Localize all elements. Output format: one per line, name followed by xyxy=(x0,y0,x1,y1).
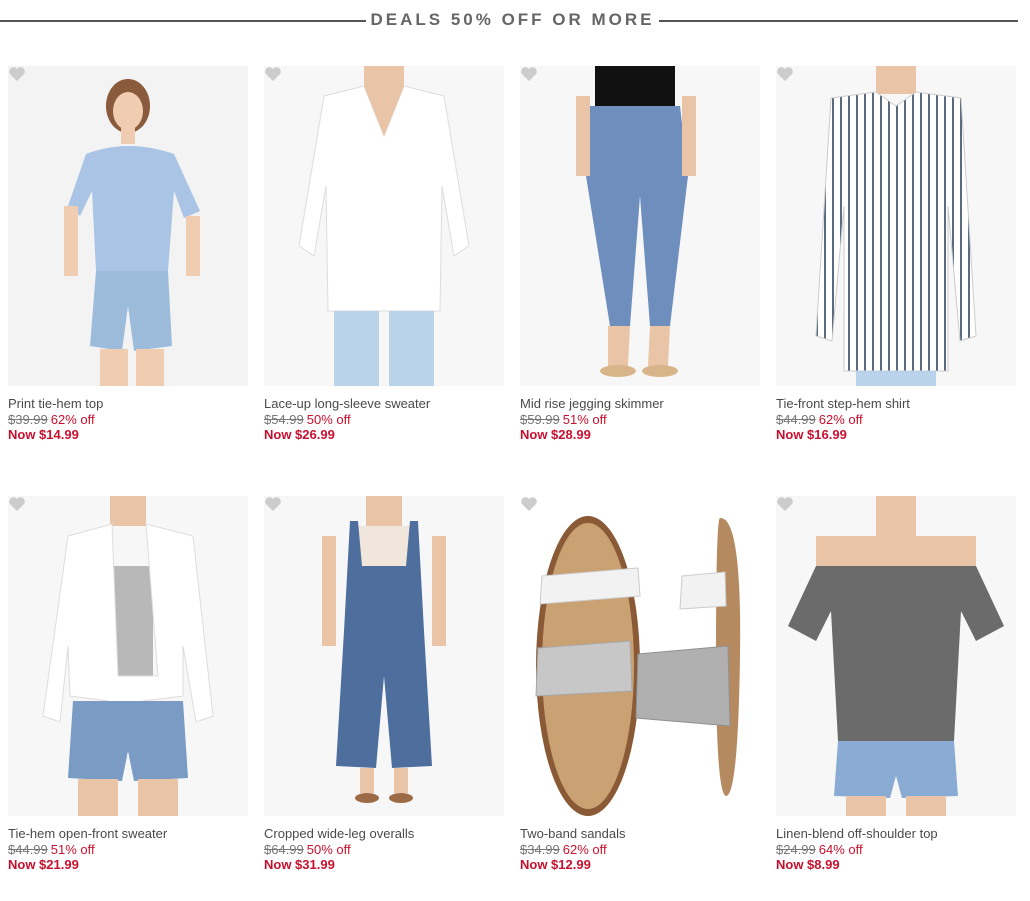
heart-icon[interactable] xyxy=(776,496,794,512)
product-card[interactable]: Print tie-hem top $39.99 62% off Now $14.… xyxy=(8,66,248,443)
product-image[interactable] xyxy=(776,66,1016,386)
sale-price: Now $16.99 xyxy=(776,427,847,442)
discount-label: 51% off xyxy=(562,411,607,427)
heart-icon[interactable] xyxy=(264,66,282,82)
product-image[interactable] xyxy=(776,496,1016,816)
product-image[interactable] xyxy=(520,66,760,386)
product-name[interactable]: Mid rise jegging skimmer xyxy=(520,396,760,412)
product-name[interactable]: Tie-hem open-front sweater xyxy=(8,826,248,842)
product-card[interactable]: Mid rise jegging skimmer $59.99 51% off N… xyxy=(520,66,760,443)
original-price: $64.99 xyxy=(264,841,304,857)
product-image[interactable] xyxy=(8,496,248,816)
heart-icon[interactable] xyxy=(520,496,538,512)
discount-label: 62% off xyxy=(562,841,607,857)
original-price: $24.99 xyxy=(776,841,816,857)
heart-icon[interactable] xyxy=(8,496,26,512)
product-card[interactable]: Tie-hem open-front sweater $44.99 51% off… xyxy=(8,496,248,873)
heart-icon[interactable] xyxy=(776,66,794,82)
product-image[interactable] xyxy=(8,66,248,386)
product-image[interactable] xyxy=(264,66,504,386)
original-price: $59.99 xyxy=(520,411,560,427)
product-name[interactable]: Cropped wide-leg overalls xyxy=(264,826,504,842)
sale-price: Now $8.99 xyxy=(776,857,840,872)
product-card[interactable]: Tie-front step-hem shirt $44.99 62% off N… xyxy=(776,66,1016,443)
product-name[interactable]: Tie-front step-hem shirt xyxy=(776,396,1016,412)
product-card[interactable]: Lace-up long-sleeve sweater $54.99 50% of… xyxy=(264,66,504,443)
product-name[interactable]: Linen-blend off-shoulder top xyxy=(776,826,1016,842)
heart-icon[interactable] xyxy=(8,66,26,82)
discount-label: 50% off xyxy=(306,841,351,857)
discount-label: 62% off xyxy=(818,411,863,427)
product-image[interactable] xyxy=(520,496,760,816)
discount-label: 62% off xyxy=(50,411,95,427)
original-price: $34.99 xyxy=(520,841,560,857)
sale-price: Now $12.99 xyxy=(520,857,591,872)
sale-price: Now $14.99 xyxy=(8,427,79,442)
original-price: $39.99 xyxy=(8,411,48,427)
product-name[interactable]: Lace-up long-sleeve sweater xyxy=(264,396,504,412)
product-name[interactable]: Print tie-hem top xyxy=(8,396,248,412)
sale-price: Now $31.99 xyxy=(264,857,335,872)
discount-label: 64% off xyxy=(818,841,863,857)
sale-price: Now $26.99 xyxy=(264,427,335,442)
original-price: $44.99 xyxy=(8,841,48,857)
sale-price: Now $28.99 xyxy=(520,427,591,442)
product-card[interactable]: Linen-blend off-shoulder top $24.99 64% o… xyxy=(776,496,1016,873)
product-grid: Print tie-hem top $39.99 62% off Now $14.… xyxy=(0,0,1030,901)
discount-label: 51% off xyxy=(50,841,95,857)
original-price: $44.99 xyxy=(776,411,816,427)
original-price: $54.99 xyxy=(264,411,304,427)
heart-icon[interactable] xyxy=(264,496,282,512)
product-card[interactable]: Cropped wide-leg overalls $64.99 50% off … xyxy=(264,496,504,873)
product-name[interactable]: Two-band sandals xyxy=(520,826,760,842)
discount-label: 50% off xyxy=(306,411,351,427)
product-card[interactable]: Two-band sandals $34.99 62% off Now $12.9… xyxy=(520,496,760,873)
sale-price: Now $21.99 xyxy=(8,857,79,872)
heart-icon[interactable] xyxy=(520,66,538,82)
product-image[interactable] xyxy=(264,496,504,816)
